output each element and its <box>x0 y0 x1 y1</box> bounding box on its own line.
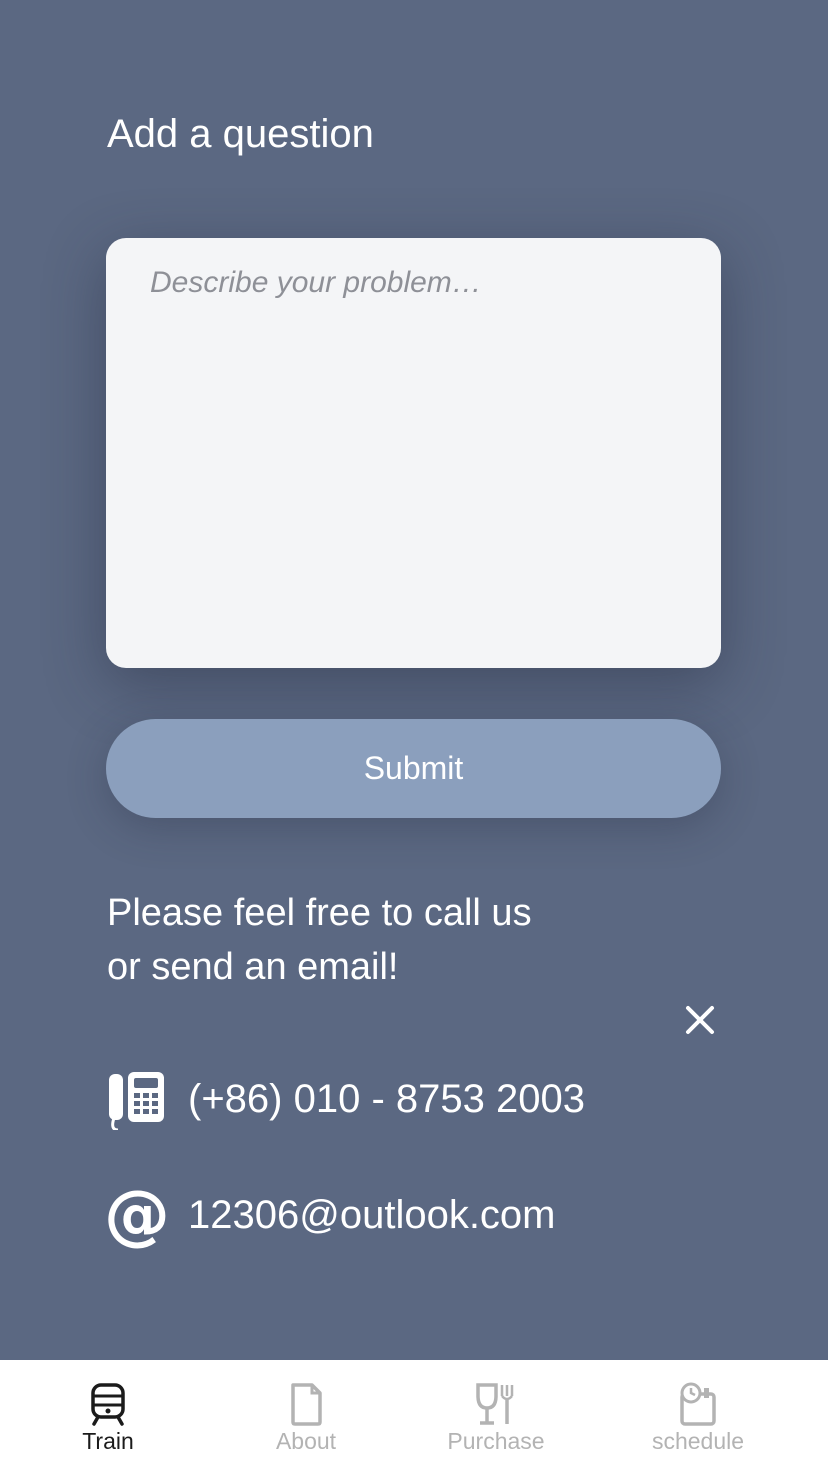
tab-schedule-label: schedule <box>651 1428 745 1454</box>
dining-icon <box>476 1383 514 1425</box>
question-input-container[interactable] <box>106 238 721 668</box>
contact-message-line-2: or send an email! <box>107 946 399 988</box>
email-contact[interactable]: @ 12306@outlook.com <box>104 1176 556 1253</box>
phone-number[interactable]: (+86) 010 - 8753 2003 <box>188 1077 585 1122</box>
tab-purchase-label: Purchase <box>447 1428 545 1454</box>
contact-message: Please feel free to call us or send an e… <box>107 886 627 994</box>
train-icon <box>91 1383 125 1426</box>
telephone-icon <box>106 1068 168 1130</box>
document-icon <box>291 1383 322 1426</box>
contact-message-line-1: Please feel free to call us <box>107 892 532 934</box>
question-input[interactable] <box>106 238 721 668</box>
at-sign-glyph: @ <box>104 1176 170 1253</box>
submit-button[interactable]: Submit <box>106 719 721 818</box>
tab-train[interactable]: Train <box>64 1360 152 1472</box>
tab-about[interactable]: About <box>262 1360 350 1472</box>
email-address[interactable]: 12306@outlook.com <box>188 1193 556 1238</box>
tab-purchase[interactable]: Purchase <box>440 1360 552 1472</box>
bottom-tab-bar: Train About Purchase schedule <box>0 1360 828 1472</box>
close-icon[interactable] <box>680 1000 720 1040</box>
calendar-clock-icon <box>680 1382 716 1426</box>
page-title: Add a question <box>107 112 374 156</box>
tab-train-label: Train <box>82 1428 134 1454</box>
tab-schedule[interactable]: schedule <box>644 1360 752 1472</box>
tab-about-label: About <box>275 1428 337 1454</box>
at-sign-icon: @ <box>104 1176 170 1253</box>
phone-contact[interactable]: (+86) 010 - 8753 2003 <box>106 1068 585 1130</box>
